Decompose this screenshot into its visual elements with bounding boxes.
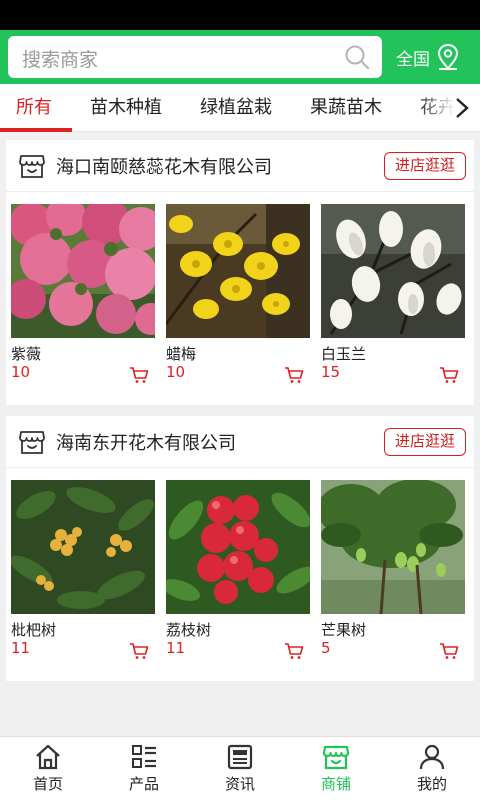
shop-header: 海口南颐慈蕊花木有限公司 进店逛逛 (6, 140, 474, 192)
tab-potted-plants[interactable]: 绿植盆栽 (200, 84, 272, 131)
nav-stores[interactable]: 商铺 (288, 737, 384, 800)
top-bar: 搜索商家 全国 (0, 30, 480, 84)
cart-icon[interactable] (129, 642, 149, 660)
product-price: 11 (11, 639, 31, 657)
category-tabs: 所有 苗木种植 绿植盆栽 果蔬苗木 花卉 (0, 84, 480, 132)
user-icon (419, 744, 445, 770)
product-name: 蜡梅 (166, 345, 197, 363)
nav-label: 首页 (32, 775, 63, 793)
product-photo-mango-tree[interactable] (321, 480, 465, 614)
product-price: 11 (166, 639, 186, 657)
nav-products[interactable]: 产品 (96, 737, 192, 800)
store-icon (19, 155, 45, 178)
product-photo-loquat-tree[interactable] (11, 480, 155, 614)
product-item[interactable]: 荔枝树 11 (166, 480, 310, 665)
active-tab-indicator (0, 128, 72, 132)
search-icon[interactable] (344, 44, 370, 70)
product-price: 10 (11, 363, 31, 381)
product-name: 荔枝树 (166, 621, 212, 639)
shop-header: 海南东开花木有限公司 进店逛逛 (6, 416, 474, 468)
tab-seedling-planting[interactable]: 苗木种植 (90, 84, 162, 131)
tab-fruit-veg-seedlings[interactable]: 果蔬苗木 (310, 84, 382, 131)
search-input[interactable]: 搜索商家 (8, 36, 382, 78)
bottom-nav: 首页 产品 资讯 商铺 我的 (0, 736, 480, 800)
visit-shop-button[interactable]: 进店逛逛 (384, 428, 466, 456)
product-photo-crape-myrtle[interactable] (11, 204, 155, 338)
product-name: 白玉兰 (321, 345, 367, 363)
product-name: 枇杷树 (11, 621, 57, 639)
nav-home[interactable]: 首页 (0, 737, 96, 800)
products-grid-icon (132, 745, 156, 768)
nav-news[interactable]: 资讯 (192, 737, 288, 800)
home-icon (36, 744, 60, 770)
product-item[interactable]: 芒果树 5 (321, 480, 465, 665)
cart-icon[interactable] (284, 366, 304, 384)
product-photo-wintersweet[interactable] (166, 204, 310, 338)
product-name: 紫薇 (11, 345, 42, 363)
product-photo-lychee-tree[interactable] (166, 480, 310, 614)
product-photo-yulan-magnolia[interactable] (321, 204, 465, 338)
store-icon (19, 431, 45, 454)
product-price: 15 (321, 363, 341, 381)
nav-label: 产品 (128, 775, 159, 793)
status-bar (0, 0, 480, 30)
product-item[interactable]: 蜡梅 10 (166, 204, 310, 389)
nav-label: 商铺 (320, 775, 351, 793)
product-name: 芒果树 (321, 621, 367, 639)
product-item[interactable]: 白玉兰 15 (321, 204, 465, 389)
tab-all[interactable]: 所有 (16, 84, 52, 131)
store-icon (322, 745, 350, 770)
region-selector[interactable]: 全国 (396, 42, 460, 72)
location-pin-icon (437, 43, 459, 70)
nav-label: 资讯 (224, 775, 255, 793)
shop-name[interactable]: 海南东开花木有限公司 (56, 429, 236, 455)
cart-icon[interactable] (439, 642, 459, 660)
shop-card[interactable]: 海口南颐慈蕊花木有限公司 进店逛逛 紫薇 10 蜡梅 10 白玉兰 15 (6, 140, 474, 405)
visit-shop-button[interactable]: 进店逛逛 (384, 152, 466, 180)
cart-icon[interactable] (284, 642, 304, 660)
shop-card[interactable]: 海南东开花木有限公司 进店逛逛 枇杷树 11 荔枝树 11 芒果树 5 (6, 416, 474, 681)
cart-icon[interactable] (129, 366, 149, 384)
product-item[interactable]: 枇杷树 11 (11, 480, 155, 665)
region-label: 全国 (396, 49, 430, 70)
product-price: 5 (321, 639, 331, 657)
news-icon (227, 744, 253, 770)
shop-name[interactable]: 海口南颐慈蕊花木有限公司 (56, 153, 272, 179)
chevron-right-icon[interactable] (452, 96, 472, 120)
product-price: 10 (166, 363, 186, 381)
nav-label: 我的 (416, 775, 447, 793)
search-placeholder: 搜索商家 (22, 49, 99, 71)
nav-profile[interactable]: 我的 (384, 737, 480, 800)
cart-icon[interactable] (439, 366, 459, 384)
product-item[interactable]: 紫薇 10 (11, 204, 155, 389)
